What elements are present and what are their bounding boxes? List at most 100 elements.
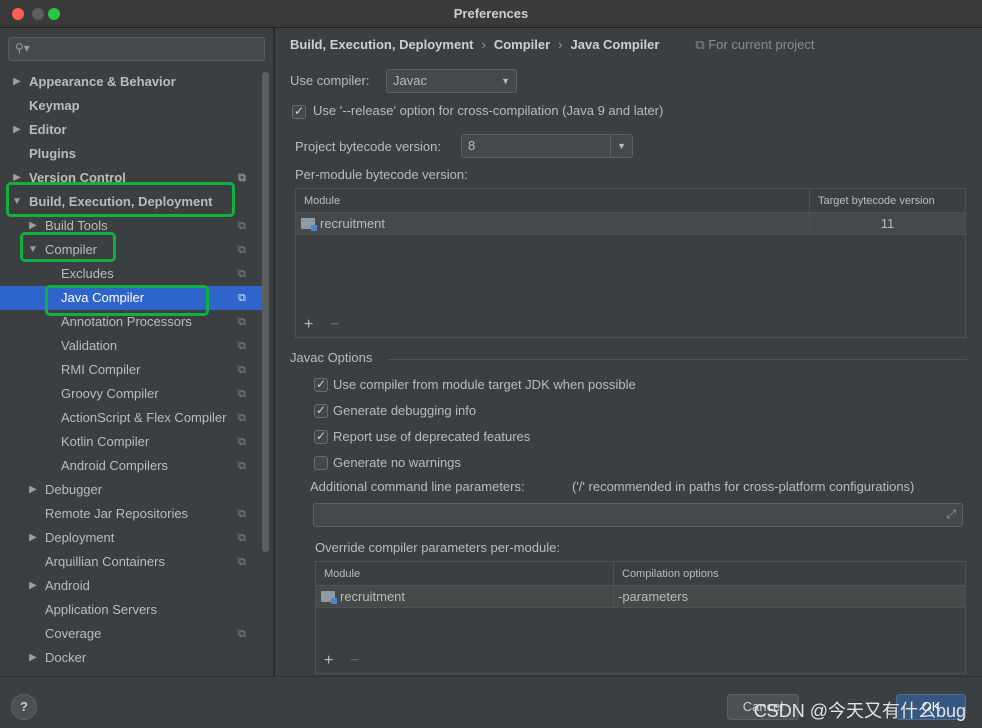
sidebar-item-label: Application Servers: [45, 602, 157, 617]
sidebar-item-compiler[interactable]: ▼ Compiler ⧉: [0, 238, 262, 262]
sidebar-item-coverage[interactable]: Coverage ⧉: [0, 622, 262, 646]
project-bytecode-value: 8: [468, 138, 476, 153]
sidebar-item-build-execution-deployment[interactable]: ▼ Build, Execution, Deployment: [0, 190, 262, 214]
sidebar-item-java-compiler[interactable]: Java Compiler ⧉: [0, 286, 262, 310]
sidebar-item-debugger[interactable]: ▶ Debugger: [0, 478, 262, 502]
module-folder-icon: [321, 591, 337, 604]
sidebar-item-android-compilers[interactable]: Android Compilers ⧉: [0, 454, 262, 478]
javac-options-section: Javac Options: [290, 350, 967, 366]
sidebar-item-version-control[interactable]: ▶ Version Control ⧉: [0, 166, 262, 190]
row-compilation-options[interactable]: -parameters: [613, 586, 688, 608]
sidebar-item-appearance-behavior[interactable]: ▶ Appearance & Behavior: [0, 70, 262, 94]
column-module[interactable]: Module: [296, 189, 809, 213]
sidebar-item-label: Build Tools: [45, 218, 108, 233]
section-divider: [388, 359, 967, 360]
deprecated-features-checkbox[interactable]: [314, 429, 328, 444]
additional-params-input[interactable]: ⤢: [313, 503, 963, 527]
sidebar-item-label: Android: [45, 578, 90, 593]
override-params-table: Module Compilation options recruitment -…: [315, 561, 966, 674]
row-target-version[interactable]: 11: [809, 213, 965, 235]
chevron-down-icon[interactable]: ▼: [11, 190, 23, 214]
table-header: Module Target bytecode version: [296, 189, 965, 213]
chevron-right-icon[interactable]: ▶: [11, 166, 23, 190]
project-bytecode-select[interactable]: 8 ▼: [461, 134, 633, 158]
project-scope-icon: ⧉: [238, 412, 246, 424]
chevron-down-icon: ▼: [501, 76, 510, 86]
breadcrumb-separator: ›: [558, 37, 563, 52]
breadcrumb: Build, Execution, Deployment › Compiler › Ja…: [290, 37, 814, 53]
chevron-right-icon[interactable]: ▶: [27, 526, 39, 550]
sidebar-item-label: Groovy Compiler: [61, 386, 159, 401]
remove-module-button[interactable]: −: [330, 317, 339, 333]
sidebar-item-docker[interactable]: ▶ Docker: [0, 646, 262, 670]
chevron-right-icon[interactable]: ▶: [27, 478, 39, 502]
override-params-label: Override compiler parameters per-module:: [315, 540, 560, 555]
project-scope-icon: ⧉: [238, 460, 246, 472]
sidebar-item-label: Android Compilers: [61, 458, 168, 473]
chevron-right-icon[interactable]: ▶: [11, 70, 23, 94]
window-title: Preferences: [453, 6, 529, 21]
sidebar-item-actionscript-flex-compiler[interactable]: ActionScript & Flex Compiler ⧉: [0, 406, 262, 430]
sidebar-item-annotation-processors[interactable]: Annotation Processors ⧉: [0, 310, 262, 334]
sidebar-item-rmi-compiler[interactable]: RMI Compiler ⧉: [0, 358, 262, 382]
sidebar-item-validation[interactable]: Validation ⧉: [0, 334, 262, 358]
sidebar-item-label: Java Compiler: [61, 290, 145, 305]
chevron-right-icon[interactable]: ▶: [11, 118, 23, 142]
breadcrumb-build: Build, Execution, Deployment: [290, 37, 474, 52]
expand-icon[interactable]: ⤢: [946, 507, 956, 522]
javac-options-title: Javac Options: [290, 350, 373, 365]
sidebar-item-label: Excludes: [61, 266, 114, 281]
sidebar-item-plugins[interactable]: Plugins: [0, 142, 262, 166]
sidebar-item-keymap[interactable]: Keymap: [0, 94, 262, 118]
sidebar-item-editor[interactable]: ▶ Editor: [0, 118, 262, 142]
project-scope-icon: ⧉: [238, 364, 246, 376]
add-override-button[interactable]: +: [324, 653, 333, 669]
chevron-right-icon[interactable]: ▶: [27, 574, 39, 598]
per-module-bytecode-label: Per-module bytecode version:: [295, 167, 468, 182]
settings-search-input[interactable]: ⚲▾: [8, 37, 265, 61]
column-compilation-options[interactable]: Compilation options: [613, 562, 965, 586]
column-target-bytecode[interactable]: Target bytecode version: [809, 189, 965, 213]
module-folder-icon: [301, 218, 317, 231]
sidebar-item-application-servers[interactable]: Application Servers: [0, 598, 262, 622]
sidebar-item-deployment[interactable]: ▶ Deployment ⧉: [0, 526, 262, 550]
add-module-button[interactable]: +: [304, 317, 313, 333]
sidebar-item-excludes[interactable]: Excludes ⧉: [0, 262, 262, 286]
sidebar-scrollbar[interactable]: [262, 72, 269, 552]
debugging-info-checkbox[interactable]: [314, 403, 328, 418]
sidebar-item-build-tools[interactable]: ▶ Build Tools ⧉: [0, 214, 262, 238]
sidebar-item-groovy-compiler[interactable]: Groovy Compiler ⧉: [0, 382, 262, 406]
table-row[interactable]: recruitment 11: [296, 213, 965, 235]
sidebar-item-android[interactable]: ▶ Android: [0, 574, 262, 598]
column-module[interactable]: Module: [316, 562, 613, 586]
sidebar-item-label: Kotlin Compiler: [61, 434, 150, 449]
sidebar-item-label: Annotation Processors: [61, 314, 192, 329]
no-warnings-checkbox[interactable]: [314, 456, 328, 470]
scope-label: For current project: [708, 37, 815, 52]
sidebar-item-label: Remote Jar Repositories: [45, 506, 189, 521]
sidebar-item-arquillian-containers[interactable]: Arquillian Containers ⧉: [0, 550, 262, 574]
project-scope-icon: ⧉: [238, 556, 246, 568]
chevron-down-icon[interactable]: ▼: [27, 238, 39, 262]
chevron-right-icon[interactable]: ▶: [27, 214, 39, 238]
sidebar-item-remote-jar-repositories[interactable]: Remote Jar Repositories ⧉: [0, 502, 262, 526]
project-scope-icon: ⧉: [238, 172, 246, 184]
help-button[interactable]: ?: [11, 694, 37, 720]
sidebar-item-kotlin-compiler[interactable]: Kotlin Compiler ⧉: [0, 430, 262, 454]
sidebar-item-label: Version Control: [29, 170, 126, 185]
release-option-checkbox[interactable]: [292, 104, 306, 119]
project-scope-icon: ⧉: [238, 292, 246, 304]
scope-indicator: ⧉ For current project: [695, 37, 814, 52]
remove-override-button[interactable]: −: [350, 653, 359, 669]
table-row[interactable]: recruitment -parameters: [316, 586, 965, 608]
chevron-right-icon[interactable]: ▶: [27, 646, 39, 670]
use-module-jdk-checkbox[interactable]: [314, 377, 328, 392]
sidebar-item-label: Docker: [45, 650, 87, 665]
search-icon: ⚲▾: [15, 41, 30, 55]
dialog-footer: ? Cancel OK CSDN @今天又有什么bug: [0, 676, 982, 728]
project-scope-icon: ⧉: [238, 508, 246, 520]
chevron-down-icon: ▼: [617, 141, 626, 151]
use-compiler-select[interactable]: Javac ▼: [386, 69, 517, 93]
project-scope-icon: ⧉: [238, 628, 246, 640]
project-scope-icon: ⧉: [238, 532, 246, 544]
